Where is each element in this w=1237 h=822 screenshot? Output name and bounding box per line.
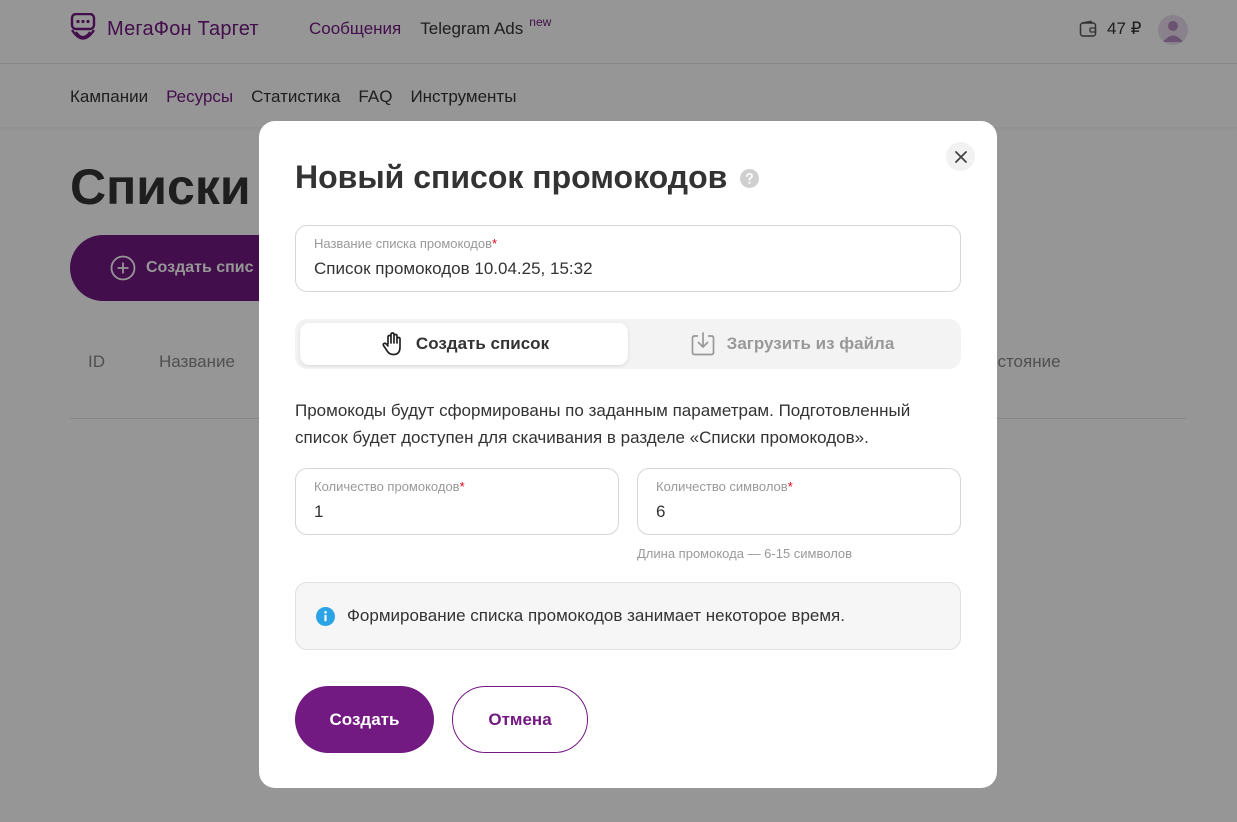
cancel-button[interactable]: Отмена xyxy=(452,686,588,753)
download-icon xyxy=(691,332,715,356)
help-icon[interactable] xyxy=(740,169,759,188)
required-mark: * xyxy=(459,479,465,494)
promo-count-field[interactable]: Количество промокодов* 1 xyxy=(295,468,619,535)
dialog-title: Новый список промокодов xyxy=(295,159,728,195)
description-text: Промокоды будут сформированы по заданным… xyxy=(295,401,911,447)
char-count-hint: Длина промокода — 6-15 символов xyxy=(637,546,853,561)
tab-create-list[interactable]: Создать список xyxy=(300,323,628,365)
char-count-field[interactable]: Количество символов* 6 xyxy=(637,468,961,535)
hand-icon xyxy=(382,332,401,356)
mode-switch: Создать список Загрузить из файла xyxy=(295,319,961,369)
info-notice: Формирование списка промокодов занимает … xyxy=(295,582,961,650)
list-name-value: Список промокодов 10.04.25, 15:32 xyxy=(314,259,593,278)
list-name-label: Название списка промокодов* xyxy=(314,236,498,251)
promo-count-value: 1 xyxy=(314,502,324,521)
required-mark: * xyxy=(787,479,793,494)
char-count-label: Количество символов* xyxy=(656,479,793,494)
info-text: Формирование списка промокодов занимает … xyxy=(347,606,845,625)
required-mark: * xyxy=(492,236,498,251)
promo-count-label: Количество промокодов* xyxy=(314,479,465,494)
tab-create-list-label: Создать список xyxy=(415,334,550,353)
tab-upload-file[interactable]: Загрузить из файла xyxy=(628,323,956,365)
list-name-field[interactable]: Название списка промокодов* Список промо… xyxy=(295,225,961,292)
close-button[interactable] xyxy=(946,142,975,171)
close-icon xyxy=(954,150,967,163)
tab-upload-file-label: Загрузить из файла xyxy=(726,334,895,353)
create-button[interactable]: Создать xyxy=(295,686,434,753)
char-count-value: 6 xyxy=(656,502,666,521)
new-promo-list-dialog: Новый список промокодов Название списка … xyxy=(259,121,997,788)
info-icon xyxy=(316,606,335,626)
